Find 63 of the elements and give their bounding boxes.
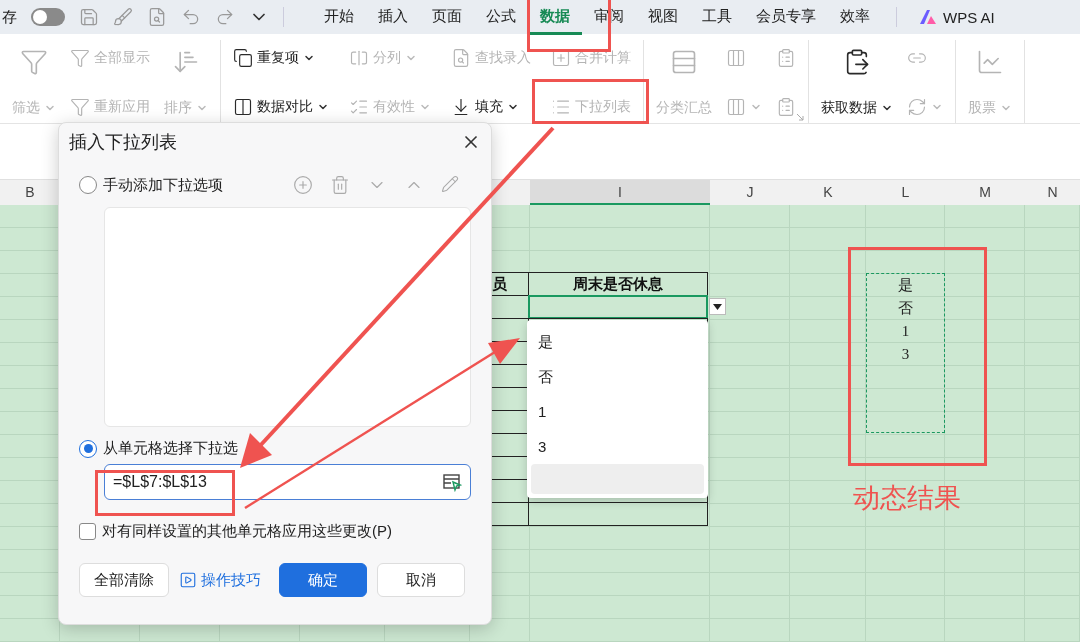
radio-button[interactable] [79,176,97,194]
dropdown-button[interactable] [709,298,726,315]
column-header[interactable]: M [945,180,1025,205]
cancel-button[interactable]: 取消 [377,563,465,597]
ai-button[interactable]: WPS AI [919,8,995,26]
cell-value: 1 [901,322,910,341]
cell-value: 否 [898,299,913,318]
dropdown-option[interactable]: 是 [527,324,708,359]
menu-tab[interactable]: 页面 [420,0,474,35]
radio-label: 手动添加下拉选项 [103,175,223,195]
ribbon-button[interactable]: 重复项 [233,48,315,68]
annotation-text: 动态结果 [853,482,961,515]
menu-tab[interactable]: 视图 [636,0,690,35]
ribbon-button[interactable]: 获取数据 [821,99,893,117]
save-icon[interactable] [79,7,99,27]
columns-icon[interactable] [233,97,253,117]
menu-tab[interactable]: 公式 [474,0,528,35]
column-header[interactable]: J [710,180,790,205]
menu-tab[interactable]: 数据 [528,0,582,35]
edit-icon[interactable] [441,175,459,193]
autosave-toggle[interactable] [31,8,65,26]
add-icon[interactable] [293,175,313,195]
dropdown-option[interactable]: 3 [527,429,708,464]
table-header: 周末是否休息 [528,272,708,296]
column-header[interactable]: I [530,180,710,205]
range-field[interactable]: =$L$7:$L$13 [104,464,471,500]
trash-icon[interactable] [330,175,350,195]
dropdown-option[interactable]: 1 [527,394,708,429]
launcher-icon[interactable] [796,113,804,121]
undo-icon[interactable] [181,7,201,27]
checkbox-label: 对有同样设置的其他单元格应用这些更改(P) [102,522,392,541]
column-header[interactable]: N [1025,180,1080,205]
brush-icon[interactable] [113,7,133,27]
checkbox[interactable] [79,523,96,540]
tips-link[interactable]: 操作技巧 [179,570,261,590]
play-icon[interactable] [179,571,197,589]
column-header[interactable]: B [0,180,60,205]
ok-button[interactable]: 确定 [279,563,367,597]
menu-tab[interactable]: 开始 [312,0,366,35]
copy-icon[interactable] [233,48,253,68]
ribbon-button[interactable]: 数据对比 [233,97,329,117]
print-preview-icon[interactable] [147,7,167,27]
dropdown-option[interactable]: 否 [527,359,708,394]
dialog-title: 插入下拉列表 [69,131,177,154]
range-picker-icon [442,472,462,492]
column-header[interactable]: K [790,180,866,205]
radio-button[interactable] [79,439,97,458]
menu-tab[interactable]: 插入 [366,0,420,35]
menu-tab[interactable]: 效率 [828,0,882,35]
menu-tab[interactable]: 工具 [690,0,744,35]
autosave-label: 存 [2,7,17,27]
cell-value: 是 [898,276,913,295]
table-cell[interactable] [528,295,708,319]
menu-tab[interactable]: 会员专享 [744,0,828,35]
cell-value: 3 [901,345,910,364]
caret-icon[interactable] [713,303,722,310]
table-cell[interactable] [528,502,708,526]
clear-button[interactable]: 全部清除 [79,563,169,597]
column-header[interactable]: L [866,180,945,205]
ai-logo-icon [919,9,937,25]
ribbon-button[interactable]: 填充 [451,97,519,117]
radio-label: 从单元格选择下拉选 [103,439,238,458]
redo-icon[interactable] [215,7,235,27]
